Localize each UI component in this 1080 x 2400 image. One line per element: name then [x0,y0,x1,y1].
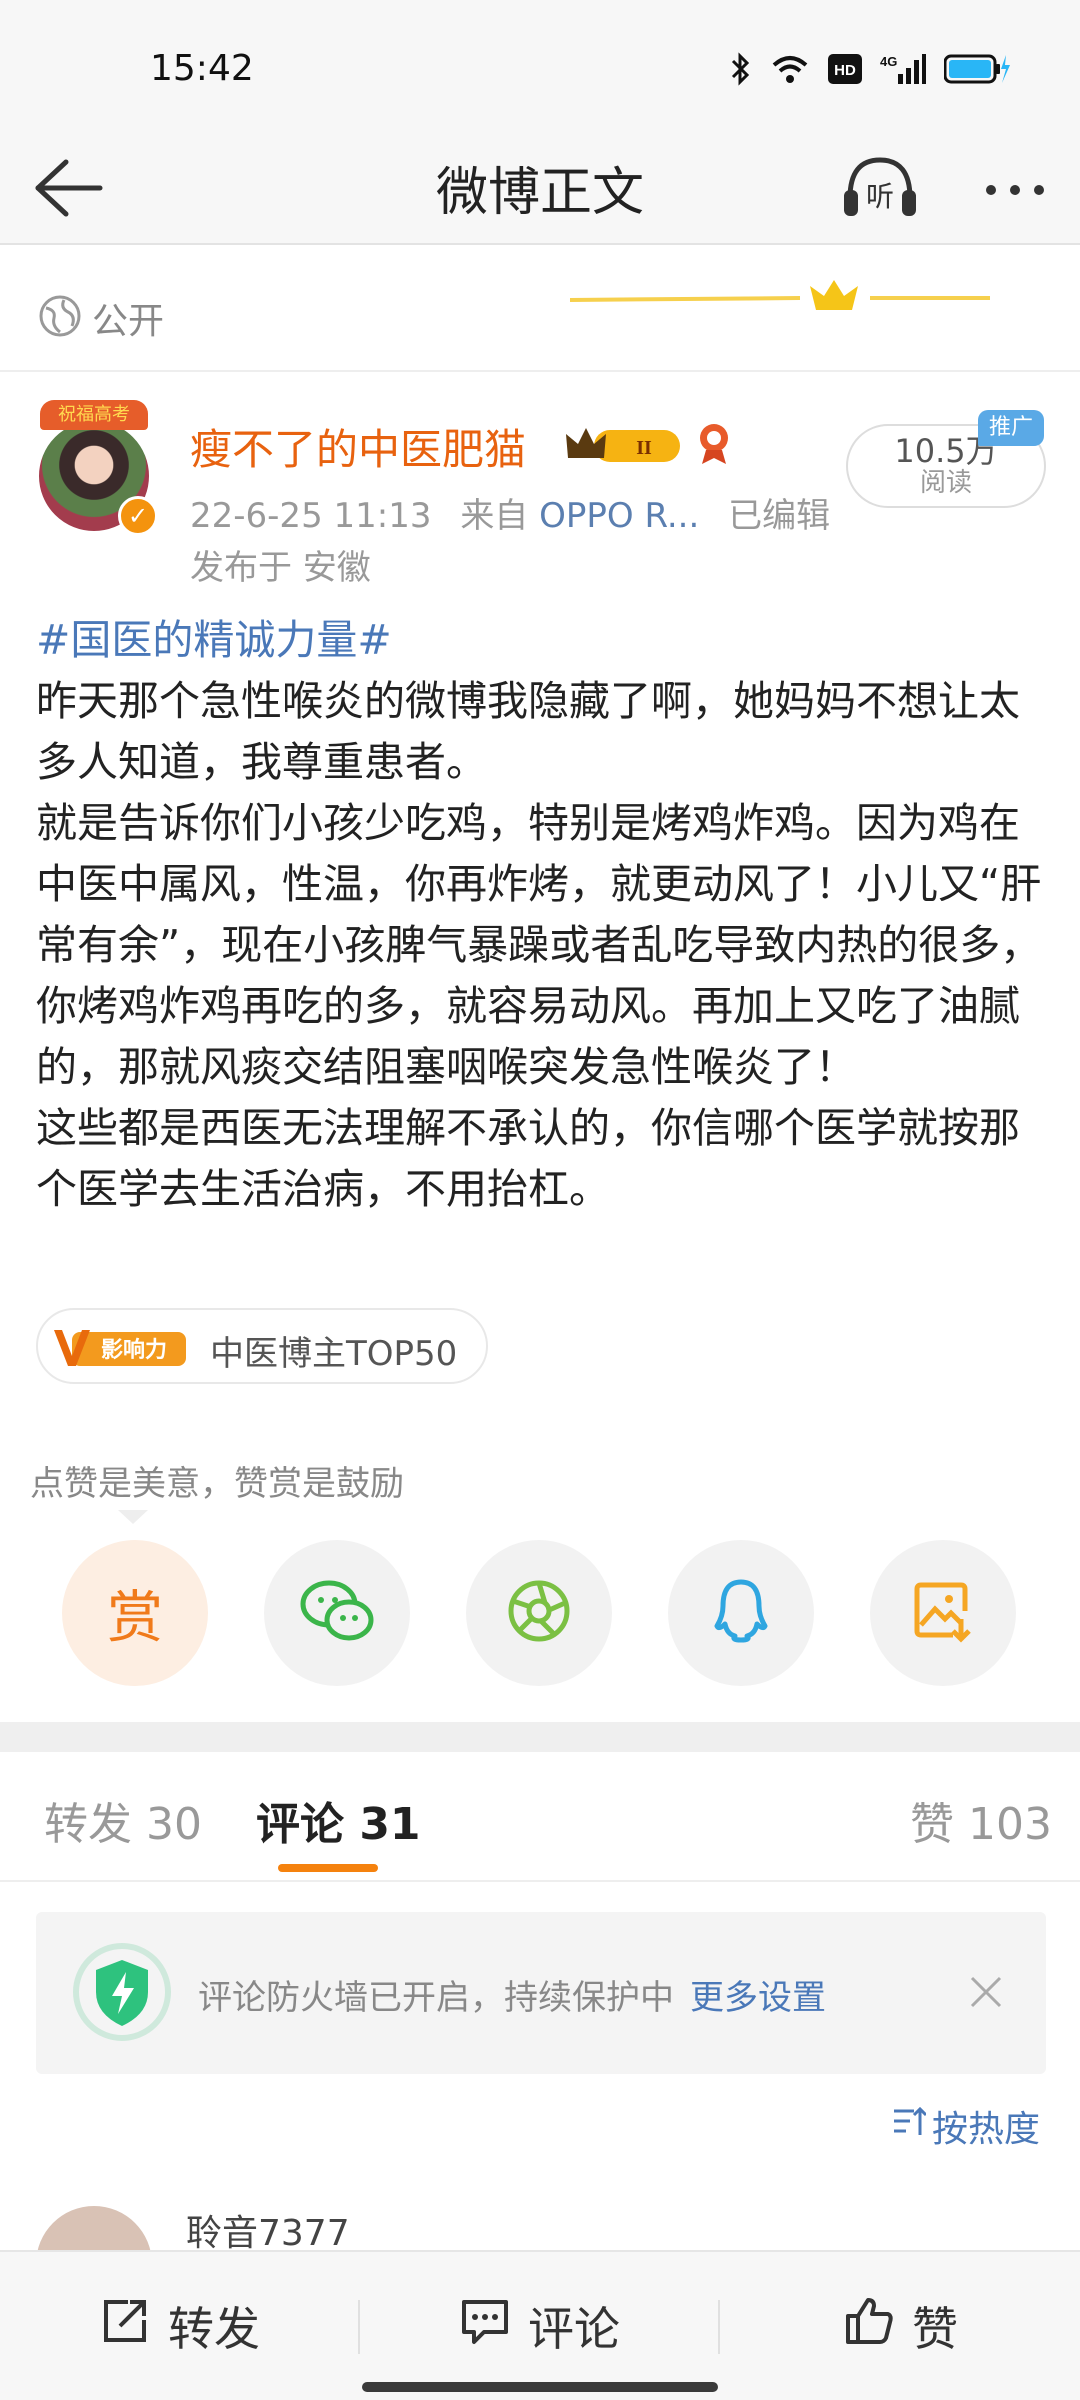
post-body: #国医的精诚力量# 昨天那个急性喉炎的微博我隐藏了啊，她妈妈不想让太多人知道，我… [36,610,1046,1220]
post-time: 22-6-25 11:13 [190,496,432,536]
member-crown-badge-icon[interactable]: II [564,422,682,468]
reward-button[interactable]: 赏 [62,1540,208,1686]
wifi-icon [770,52,810,86]
bluetooth-icon [730,52,752,86]
thumbs-up-icon [844,2296,894,2357]
wechat-icon [299,1578,375,1648]
influence-tag[interactable]: 影响力 中医博主TOP50 [36,1308,488,1384]
post-paragraph: 昨天那个急性喉炎的微博我隐藏了啊，她妈妈不想让太多人知道，我尊重患者。 [36,677,1020,786]
post-source[interactable]: OPPO R... [539,496,699,536]
status-icons: HD 4G [730,52,1010,86]
svg-text:4G: 4G [880,54,897,69]
commenter-name[interactable]: 聆音7377 [186,2204,350,2256]
bottom-action-bar: 转发 评论 赞 [0,2250,1080,2400]
repost-button[interactable]: 转发 [100,2296,260,2356]
globe-icon [38,294,82,338]
tab-comments[interactable]: 评论 31 [256,1788,421,1852]
svg-text:影响力: 影响力 [101,1337,167,1363]
active-tab-indicator [278,1864,378,1872]
qq-icon [711,1576,771,1650]
shield-lightning-icon [72,1942,172,2042]
post-location: 发布于 安徽 [190,548,371,588]
comment-button[interactable]: 评论 [460,2296,620,2356]
visibility-label: 公开 [92,301,165,342]
interaction-tabs: 转发 30 评论 31 赞 103 [0,1752,1080,1882]
visibility-row: 公开 [0,262,1080,372]
edited-label[interactable]: 已编辑 [728,496,830,536]
save-image-icon [913,1579,973,1647]
section-divider [0,1722,1080,1752]
medal-emblem-icon[interactable] [694,420,734,466]
like-label: 赞 [912,2302,958,2356]
listen-headphones-icon[interactable]: 听 [840,150,920,226]
author-name[interactable]: 瘦不了的中医肥猫 [190,416,526,477]
tab-repost[interactable]: 转发 30 [44,1788,202,1852]
post-meta: 22-6-25 11:13 来自 OPPO R... 已编辑 [190,488,830,537]
post-paragraph: 这些都是西医无法理解不承认的，你信哪个医学就按那个医学去生活治病，不用抬杠。 [36,1104,1020,1213]
comment-firewall-notice: 评论防火墙已开启，持续保护中 更多设置 [36,1912,1046,2074]
moments-icon [505,1577,573,1649]
tab-likes[interactable]: 赞 103 [910,1788,1052,1852]
influence-v-icon: 影响力 [54,1326,188,1370]
promote-tag[interactable]: 推广 [978,410,1044,446]
status-time: 15:42 [150,48,254,89]
comment-label: 评论 [528,2302,620,2356]
save-image-button[interactable] [870,1540,1016,1686]
firewall-text: 评论防火墙已开启，持续保护中 更多设置 [198,1970,826,2019]
status-bar: 15:42 HD 4G [0,0,1080,130]
avatar-banner: 祝福高考 [40,400,148,430]
hd-icon: HD [828,52,862,86]
svg-text:听: 听 [866,180,894,213]
share-arrow-icon [100,2296,150,2357]
sort-icon [890,2105,928,2148]
nav-bar: 微博正文 听 [0,130,1080,245]
share-row: 赏 [62,1540,1022,1686]
like-button[interactable]: 赞 [844,2296,958,2356]
close-icon[interactable] [966,1972,1006,2012]
sort-label: 按热度 [932,2109,1041,2150]
influence-label: 中医博主TOP50 [210,1334,458,1374]
signal-4g-icon: 4G [880,52,926,86]
source-prefix: 来自 [460,496,529,536]
repost-label: 转发 [168,2302,260,2356]
separator [358,2300,360,2354]
sort-by-hot-button[interactable]: 按热度 [890,2100,1040,2152]
separator [718,2300,720,2354]
crown-decoration-icon [569,270,990,330]
verified-badge-icon: ✓ [118,496,158,536]
reward-tip: 点赞是美意，赞赏是鼓励 [30,1464,404,1504]
battery-charging-icon [944,52,1010,86]
home-indicator[interactable] [362,2382,718,2392]
post-paragraph: 就是告诉你们小孩少吃鸡，特别是烤鸡炸鸡。因为鸡在中医中属风，性温，你再炸烤，就更… [36,799,1042,1091]
firewall-message: 评论防火墙已开启，持续保护中 [198,1978,674,2018]
svg-text:II: II [636,437,652,459]
svg-text:HD: HD [834,62,856,79]
share-wechat-button[interactable] [264,1540,410,1686]
read-label: 阅读 [919,468,972,498]
author-avatar[interactable]: 祝福高考 ✓ [36,400,158,540]
more-options-icon[interactable] [975,160,1055,220]
share-qq-button[interactable] [668,1540,814,1686]
tip-arrow [118,1510,148,1526]
more-settings-link[interactable]: 更多设置 [690,1978,826,2018]
comment-bubble-icon [460,2296,510,2357]
post-hashtag[interactable]: #国医的精诚力量# [36,610,1046,671]
reward-icon: 赏 [107,1585,163,1651]
share-moments-button[interactable] [466,1540,612,1686]
